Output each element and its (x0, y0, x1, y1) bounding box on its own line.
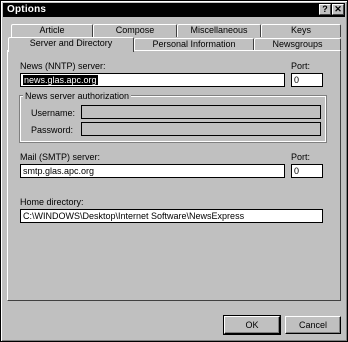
password-input[interactable] (81, 122, 321, 136)
mail-port-label: Port: (291, 152, 311, 162)
tab-server-and-directory[interactable]: Server and Directory (8, 37, 134, 52)
news-server-label: News (NNTP) server: (20, 61, 106, 71)
news-port-label: Port: (291, 61, 311, 71)
tab-article[interactable]: Article (11, 24, 93, 37)
username-label: Username: (31, 108, 76, 118)
title-bar[interactable]: Options ? ✕ (3, 3, 345, 17)
home-directory-input[interactable]: C:\WINDOWS\Desktop\Internet Software\New… (20, 209, 323, 223)
close-button[interactable]: ✕ (332, 4, 344, 15)
home-directory-label: Home directory: (20, 197, 84, 207)
tab-miscellaneous[interactable]: Miscellaneous (177, 24, 261, 37)
options-dialog: Options ? ✕ Article Compose Miscellaneou… (0, 0, 348, 342)
mail-server-input[interactable]: smtp.glas.apc.org (20, 164, 285, 178)
news-server-value: news.glas.apc.org (23, 75, 98, 85)
window-title: Options (7, 4, 47, 15)
auth-group-label: News server authorization (23, 91, 132, 101)
tab-keys[interactable]: Keys (261, 24, 341, 37)
ok-button[interactable]: OK (223, 315, 281, 335)
password-label: Password: (31, 125, 74, 135)
news-port-input[interactable]: 0 (291, 73, 323, 87)
mail-port-input[interactable]: 0 (291, 164, 323, 178)
news-server-input[interactable]: news.glas.apc.org (20, 73, 285, 87)
username-input[interactable] (81, 105, 321, 119)
help-button[interactable]: ? (319, 4, 331, 15)
mail-server-label: Mail (SMTP) server: (20, 152, 101, 162)
cancel-button[interactable]: Cancel (285, 316, 341, 334)
tab-compose[interactable]: Compose (93, 24, 177, 37)
